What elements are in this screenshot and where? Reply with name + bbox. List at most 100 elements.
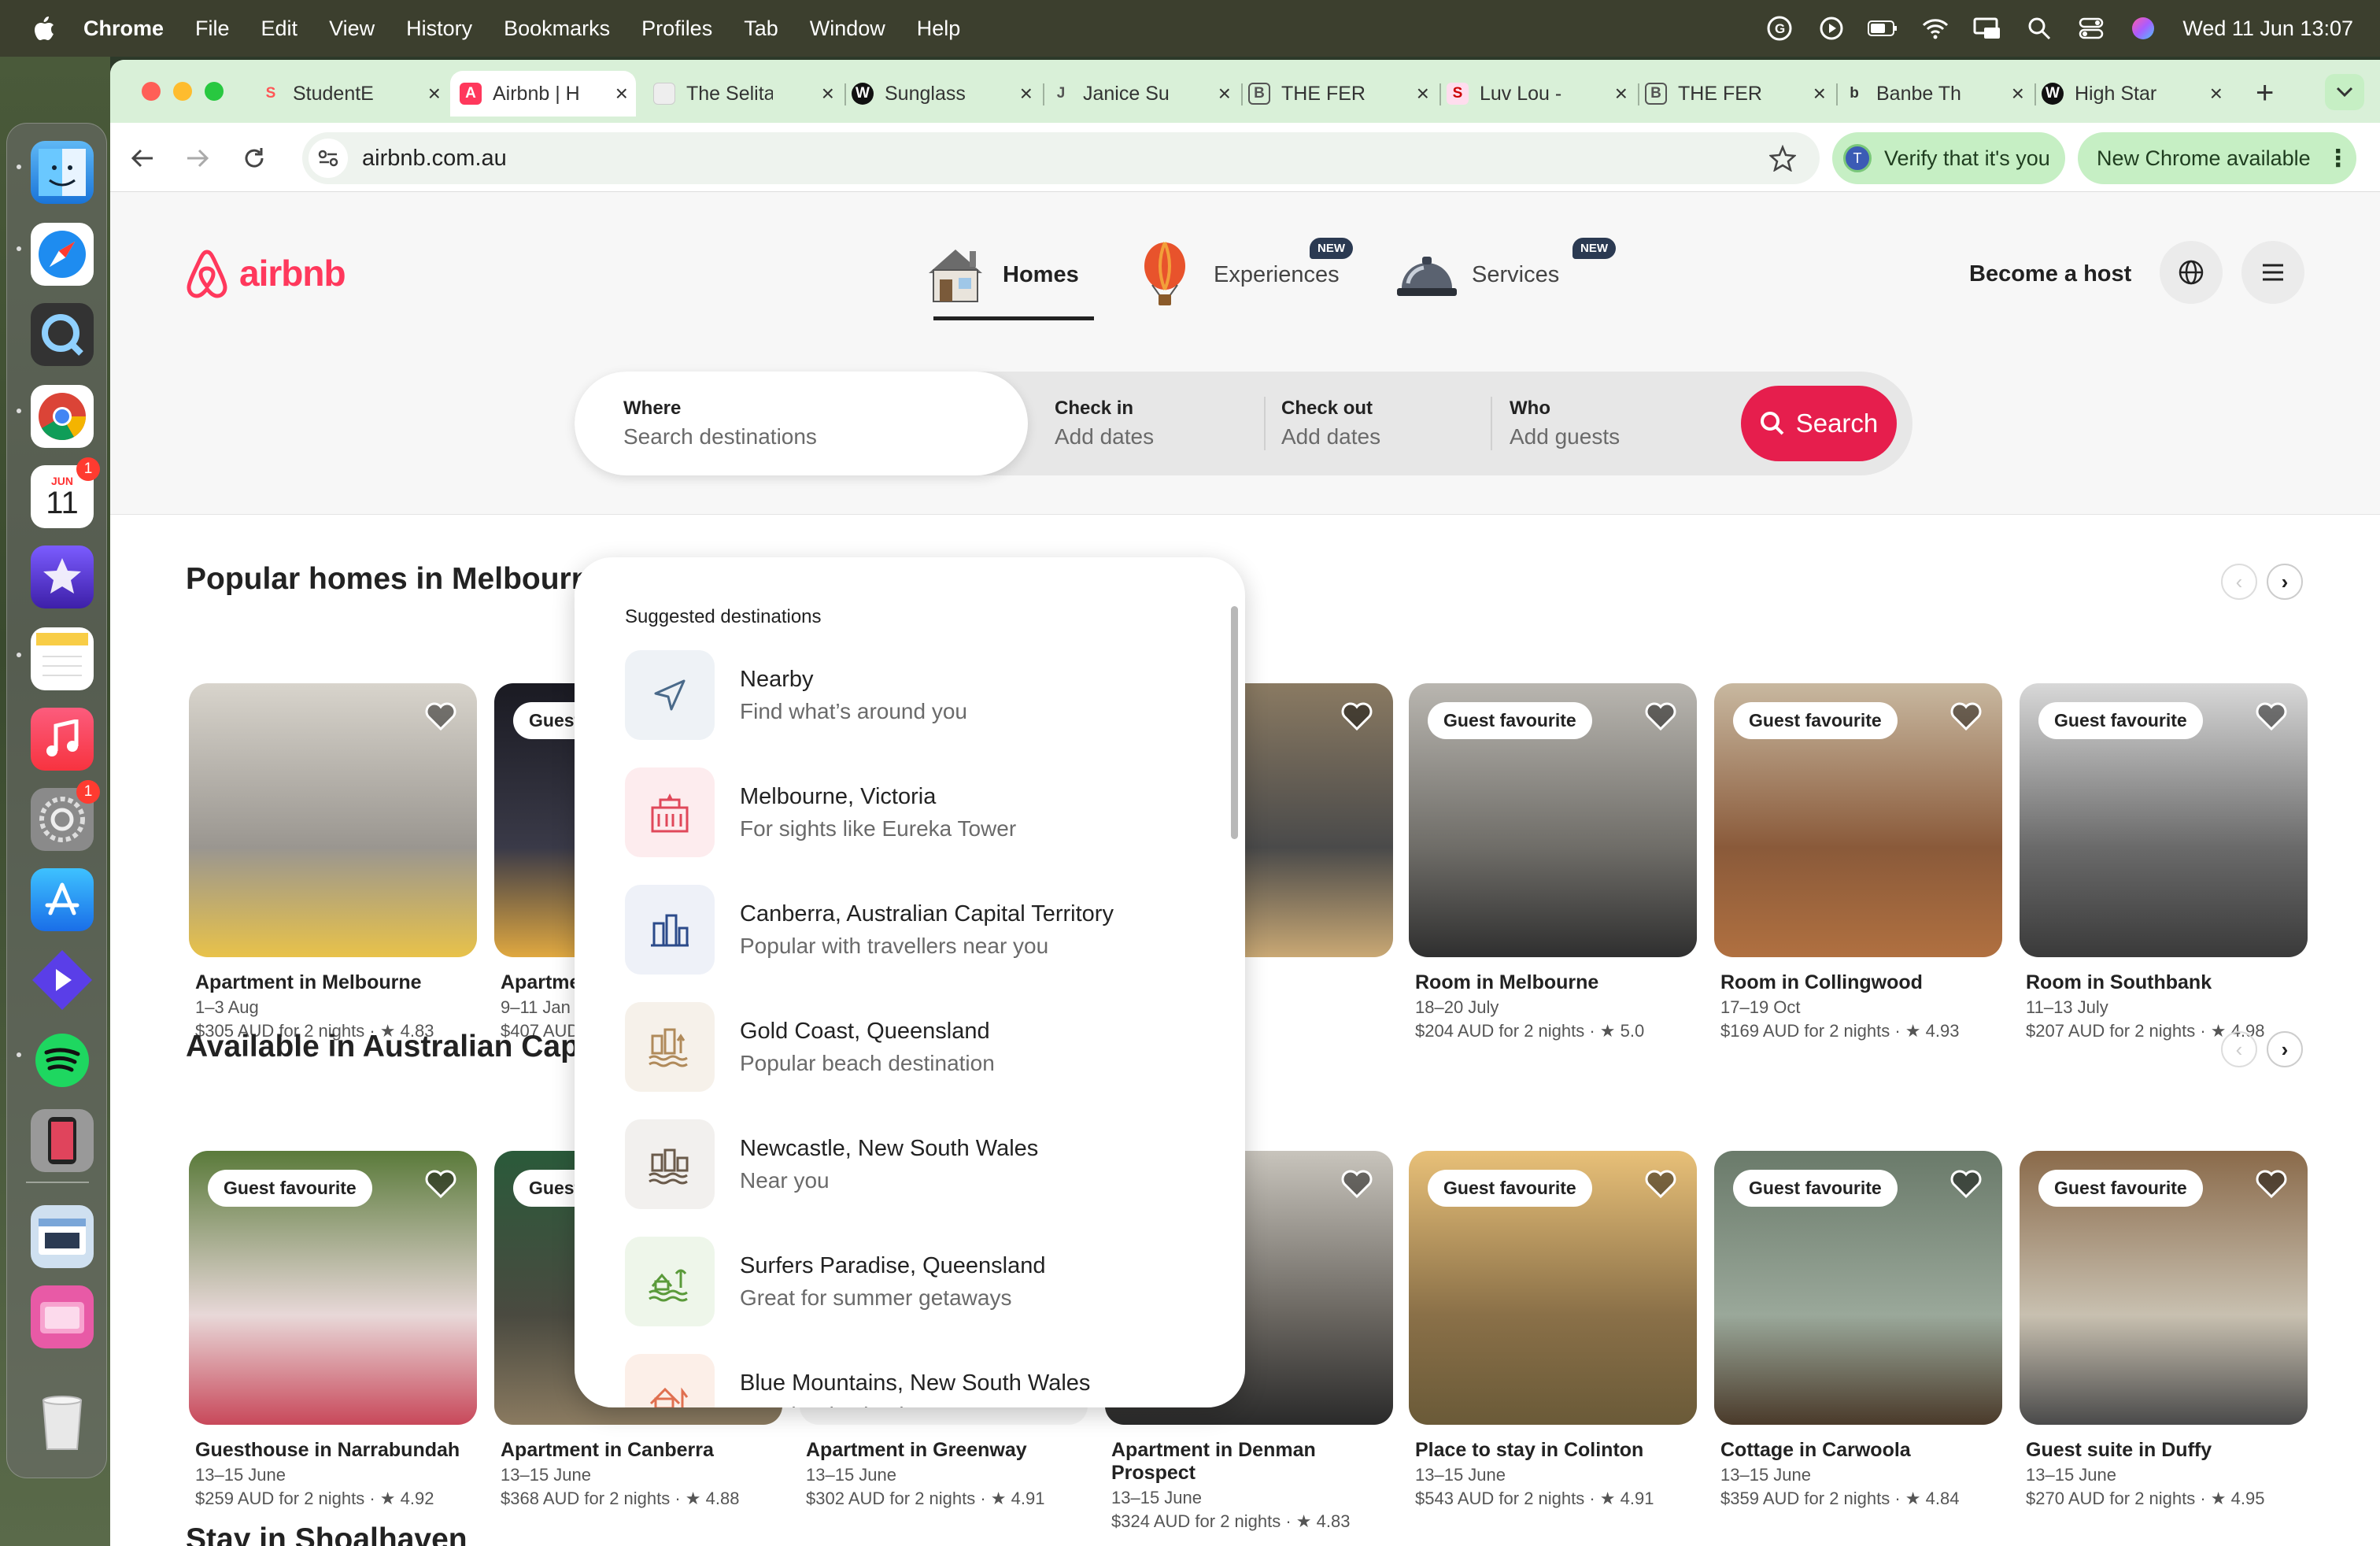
downloads-folder-icon[interactable] bbox=[31, 1285, 94, 1348]
preview-window-icon[interactable] bbox=[31, 1205, 94, 1268]
tab-services[interactable]: NEW Services bbox=[1391, 238, 1616, 310]
browser-tab[interactable]: S StudentE × bbox=[260, 71, 449, 117]
destination-option[interactable]: Surfers Paradise, Queensland Great for su… bbox=[625, 1237, 1223, 1326]
listing-photo[interactable]: Guest favourite bbox=[1714, 683, 2002, 957]
safari-icon[interactable] bbox=[31, 223, 94, 286]
listing-card[interactable]: Apartment in Melbourne 1–3 Aug $305 AUD fo… bbox=[189, 683, 477, 1041]
wishlist-heart-icon[interactable] bbox=[1643, 701, 1678, 732]
browser-tab[interactable]: S Luv Lou - × bbox=[1447, 71, 1635, 117]
browser-tab[interactable]: B THE FER × bbox=[1645, 71, 1834, 117]
destination-option[interactable]: Melbourne, Victoria For sights like Eurek… bbox=[625, 767, 1223, 857]
tab-close-icon[interactable]: × bbox=[615, 81, 628, 106]
section-title[interactable]: Stay in Shoalhaven bbox=[186, 1522, 468, 1546]
display-icon[interactable] bbox=[1972, 13, 2003, 44]
destination-option[interactable]: Blue Mountains, New South Wales Popular d… bbox=[625, 1354, 1223, 1407]
system-settings-icon[interactable]: 1 bbox=[31, 780, 100, 851]
main-menu-button[interactable] bbox=[2241, 241, 2304, 304]
carousel-next-chevron-icon[interactable]: › bbox=[2267, 564, 2303, 600]
wishlist-heart-icon[interactable] bbox=[2254, 1168, 2289, 1200]
browser-tab[interactable]: B THE FER × bbox=[1248, 71, 1437, 117]
menu-tab[interactable]: Tab bbox=[744, 17, 778, 41]
notes-icon[interactable] bbox=[31, 627, 94, 690]
browser-tab-active[interactable]: A Airbnb | H × bbox=[450, 71, 636, 117]
kebab-menu-icon[interactable]: ⋮ bbox=[2326, 145, 2350, 172]
bookmark-star-icon[interactable] bbox=[1769, 145, 1796, 172]
finder-icon[interactable] bbox=[31, 141, 94, 204]
tab-search-chevron-icon[interactable] bbox=[2325, 74, 2364, 110]
listing-photo[interactable]: Guest favourite bbox=[2020, 1151, 2308, 1425]
menu-profiles[interactable]: Profiles bbox=[641, 17, 712, 41]
where-input[interactable]: Search destinations bbox=[623, 424, 1028, 449]
spotlight-search-icon[interactable] bbox=[2023, 13, 2055, 44]
infuse-icon[interactable] bbox=[31, 949, 94, 1012]
apple-icon[interactable] bbox=[28, 16, 60, 41]
browser-tab[interactable]: J Janice Su × bbox=[1050, 71, 1239, 117]
listing-card[interactable]: Guest favourite Guesthouse in Narrabundah… bbox=[189, 1151, 477, 1509]
menu-help[interactable]: Help bbox=[917, 17, 961, 41]
music-icon[interactable] bbox=[31, 708, 94, 771]
check-out-field[interactable]: Check out Add dates bbox=[1281, 372, 1486, 475]
tab-close-icon[interactable]: × bbox=[2210, 81, 2223, 106]
listing-photo[interactable]: Guest favourite bbox=[1714, 1151, 2002, 1425]
tab-close-icon[interactable]: × bbox=[1615, 81, 1628, 106]
tab-close-icon[interactable]: × bbox=[1417, 81, 1429, 106]
listing-photo[interactable]: Guest favourite bbox=[2020, 683, 2308, 957]
listing-photo[interactable]: Guest favourite bbox=[189, 1151, 477, 1425]
tab-close-icon[interactable]: × bbox=[1020, 81, 1033, 106]
control-center-icon[interactable] bbox=[2075, 13, 2107, 44]
listing-card[interactable]: Guest favourite Room in Collingwood 17–19 … bbox=[1714, 683, 2002, 1041]
tab-close-icon[interactable]: × bbox=[428, 81, 441, 106]
wifi-icon[interactable] bbox=[1920, 13, 1951, 44]
tab-close-icon[interactable]: × bbox=[1218, 81, 1231, 106]
carousel-next-chevron-icon[interactable]: › bbox=[2267, 1031, 2303, 1067]
new-tab-plus-icon[interactable]: + bbox=[2256, 76, 2274, 111]
wishlist-heart-icon[interactable] bbox=[2254, 701, 2289, 732]
chrome-icon[interactable] bbox=[31, 385, 94, 448]
menu-edit[interactable]: Edit bbox=[261, 17, 298, 41]
destination-option[interactable]: Nearby Find what’s around you bbox=[625, 650, 1223, 740]
dropdown-scrollbar[interactable] bbox=[1231, 606, 1238, 839]
address-bar[interactable]: airbnb.com.au bbox=[302, 132, 1820, 184]
wishlist-heart-icon[interactable] bbox=[1340, 701, 1374, 732]
tab-close-icon[interactable]: × bbox=[1813, 81, 1826, 106]
airbnb-logo[interactable]: airbnb bbox=[183, 247, 346, 299]
browser-tab[interactable]: b Banbe Th × bbox=[1843, 71, 2032, 117]
wishlist-heart-icon[interactable] bbox=[1643, 1168, 1678, 1200]
verify-identity-button[interactable]: T Verify that it's you bbox=[1832, 132, 2065, 184]
siri-icon[interactable] bbox=[2127, 13, 2159, 44]
destination-option[interactable]: Canberra, Australian Capital Territory Po… bbox=[625, 885, 1223, 975]
listing-photo[interactable]: Guest favourite bbox=[1409, 1151, 1697, 1425]
listing-photo[interactable]: Guest favourite bbox=[1409, 683, 1697, 957]
wishlist-heart-icon[interactable] bbox=[1340, 1168, 1374, 1200]
tab-experiences[interactable]: NEW Experiences bbox=[1133, 238, 1353, 310]
new-chrome-available-button[interactable]: New Chrome available ⋮ bbox=[2078, 132, 2356, 184]
tab-close-icon[interactable]: × bbox=[822, 81, 834, 106]
site-info-icon[interactable] bbox=[309, 139, 348, 178]
wishlist-heart-icon[interactable] bbox=[423, 1168, 458, 1200]
window-minimize-button[interactable] bbox=[173, 82, 192, 101]
menu-window[interactable]: Window bbox=[810, 17, 885, 41]
browser-tab[interactable]: W High Star × bbox=[2042, 71, 2230, 117]
carousel-prev-chevron-icon[interactable]: ‹ bbox=[2221, 1031, 2257, 1067]
menubar-app-name[interactable]: Chrome bbox=[83, 17, 164, 41]
listing-card[interactable]: Guest favourite Place to stay in Colinton… bbox=[1409, 1151, 1697, 1509]
check-in-field[interactable]: Check in Add dates bbox=[1055, 372, 1259, 475]
window-close-button[interactable] bbox=[142, 82, 161, 101]
listing-photo[interactable] bbox=[189, 683, 477, 957]
where-field[interactable]: Where Search destinations bbox=[575, 372, 1028, 475]
listing-card[interactable]: Guest favourite Guest suite in Duffy 13–15… bbox=[2020, 1151, 2308, 1509]
app-store-icon[interactable] bbox=[31, 868, 94, 931]
become-a-host-link[interactable]: Become a host bbox=[1969, 261, 2131, 287]
address-bar-url[interactable]: airbnb.com.au bbox=[362, 146, 507, 172]
menu-view[interactable]: View bbox=[329, 17, 375, 41]
battery-icon[interactable] bbox=[1868, 13, 1899, 44]
wishlist-heart-icon[interactable] bbox=[423, 701, 458, 732]
tab-homes[interactable]: Homes bbox=[922, 239, 1094, 320]
iphone-mirroring-icon[interactable] bbox=[31, 1109, 94, 1172]
reload-icon[interactable] bbox=[236, 140, 272, 176]
calendar-icon[interactable]: JUN 11 1 bbox=[31, 457, 100, 528]
wishlist-heart-icon[interactable] bbox=[1949, 1168, 1983, 1200]
trash-icon[interactable] bbox=[31, 1391, 94, 1454]
menubar-clock[interactable]: Wed 11 Jun 13:07 bbox=[2182, 17, 2353, 41]
listing-card[interactable]: Guest favourite Room in Melbourne 18–20 Ju… bbox=[1409, 683, 1697, 1041]
